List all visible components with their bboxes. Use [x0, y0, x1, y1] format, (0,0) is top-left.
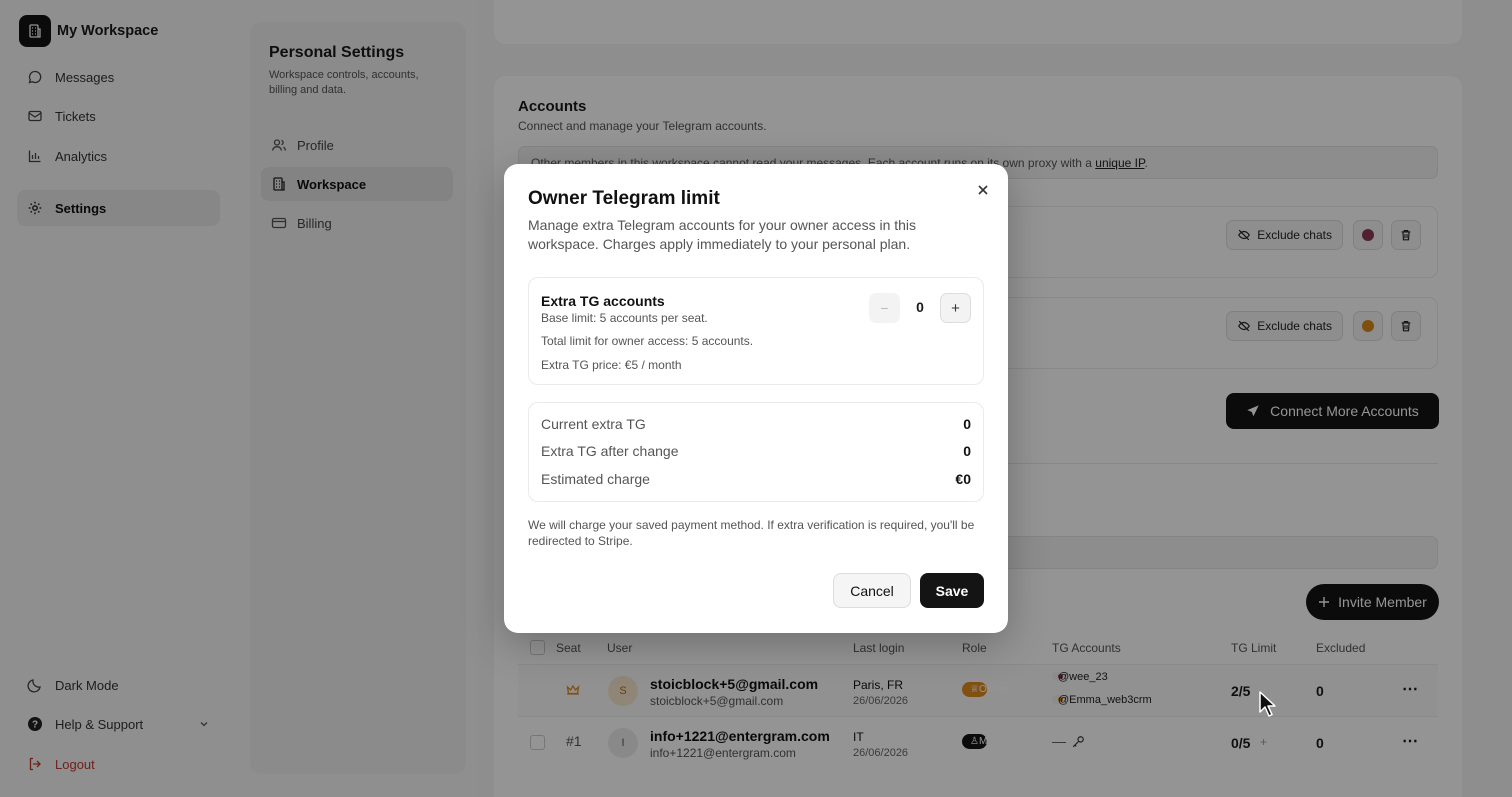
owner-telegram-limit-modal: Owner Telegram limit Manage extra Telegr…: [504, 164, 1008, 633]
summary-label: Estimated charge: [541, 471, 650, 487]
extra-tg-accounts-box: Extra TG accounts Base limit: 5 accounts…: [528, 277, 984, 385]
modal-description: Manage extra Telegram accounts for your …: [528, 217, 917, 252]
summary-row: Extra TG after change 0: [541, 443, 971, 459]
modal-title: Owner Telegram limit: [528, 188, 720, 209]
save-button[interactable]: Save: [920, 573, 984, 608]
close-icon[interactable]: [974, 181, 992, 199]
extra-tg-count: 0: [916, 299, 924, 315]
base-limit-text: Base limit: 5 accounts per seat.: [541, 311, 708, 325]
minus-icon: −: [880, 300, 889, 316]
summary-row: Estimated charge €0: [541, 471, 971, 487]
total-limit-text: Total limit for owner access: 5 accounts…: [541, 334, 754, 348]
decrement-button[interactable]: −: [869, 293, 900, 323]
summary-value: 0: [963, 416, 971, 432]
charge-summary-box: Current extra TG 0 Extra TG after change…: [528, 402, 984, 502]
mouse-cursor-icon: [1258, 690, 1278, 721]
price-text: Extra TG price: €5 / month: [541, 358, 682, 372]
summary-label: Extra TG after change: [541, 443, 679, 459]
increment-button[interactable]: +: [940, 293, 971, 323]
summary-value: €0: [955, 471, 971, 487]
summary-value: 0: [963, 443, 971, 459]
summary-label: Current extra TG: [541, 416, 646, 432]
summary-row: Current extra TG 0: [541, 416, 971, 432]
plus-icon: +: [951, 299, 960, 317]
extra-tg-title: Extra TG accounts: [541, 293, 665, 309]
cancel-button[interactable]: Cancel: [833, 573, 911, 608]
payment-note: We will charge your saved payment method…: [528, 518, 975, 548]
